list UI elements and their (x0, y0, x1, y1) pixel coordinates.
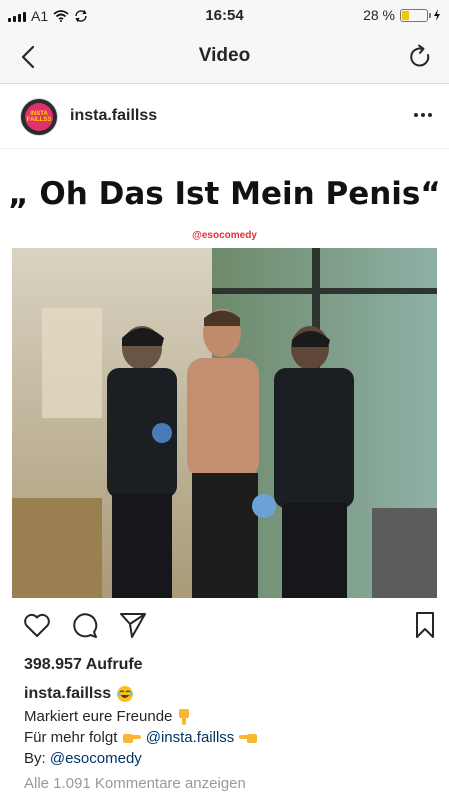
caption-username: insta.faillss (24, 685, 134, 703)
more-options-icon[interactable] (411, 105, 435, 125)
caption-line-2: Für mehr folgt @insta.faillss (24, 729, 258, 746)
share-send-icon[interactable] (118, 610, 148, 640)
battery-level (402, 10, 409, 20)
view-all-comments-link[interactable]: Alle 1.091 Kommentare anzeigen (24, 775, 246, 792)
pointing-down-emoji-icon (178, 709, 189, 726)
post-actions (0, 608, 449, 644)
charging-icon (434, 9, 440, 21)
bookmark-icon[interactable] (410, 610, 440, 640)
caption-text-2: Für mehr folgt (24, 729, 118, 746)
video-overlay-title: „ Oh Das Ist Mein Penis“ (8, 176, 441, 212)
pointing-right-emoji-icon (122, 734, 141, 744)
video-post[interactable]: „ Oh Das Ist Mein Penis“ @esocomedy (0, 150, 449, 602)
caption-text-3: By: (24, 750, 46, 767)
comment-icon[interactable] (70, 610, 100, 640)
video-still (12, 248, 437, 598)
status-right: 28 % (363, 7, 441, 23)
caption-line-1: Markiert eure Freunde (24, 708, 191, 726)
refresh-icon[interactable] (405, 42, 435, 72)
mention-link-insta-faillss[interactable]: @insta.faillss (146, 729, 235, 746)
post-header: INSTA FAILLSS insta.faillss (0, 85, 449, 149)
view-count[interactable]: 398.957 Aufrufe (24, 656, 143, 674)
battery-percent: 28 % (363, 7, 395, 23)
nav-bar: Video (0, 30, 449, 84)
caption-text-1: Markiert eure Freunde (24, 708, 173, 725)
page-title: Video (198, 45, 251, 66)
caption-username-link[interactable]: insta.faillss (24, 685, 111, 702)
video-frame[interactable] (12, 248, 437, 598)
laughing-emoji-icon (116, 686, 133, 702)
pointing-left-emoji-icon (239, 734, 258, 744)
caption-line-3: By: @esocomedy (24, 750, 142, 767)
battery-icon (400, 8, 431, 22)
avatar[interactable]: INSTA FAILLSS (20, 98, 58, 136)
video-watermark-handle: @esocomedy (192, 230, 257, 241)
like-heart-icon[interactable] (22, 610, 52, 640)
mention-link-esocomedy[interactable]: @esocomedy (50, 750, 142, 767)
avatar-logo-text: INSTA FAILLSS (26, 111, 52, 123)
post-username[interactable]: insta.faillss (70, 107, 157, 125)
status-bar: A1 16:54 28 % (0, 0, 449, 30)
